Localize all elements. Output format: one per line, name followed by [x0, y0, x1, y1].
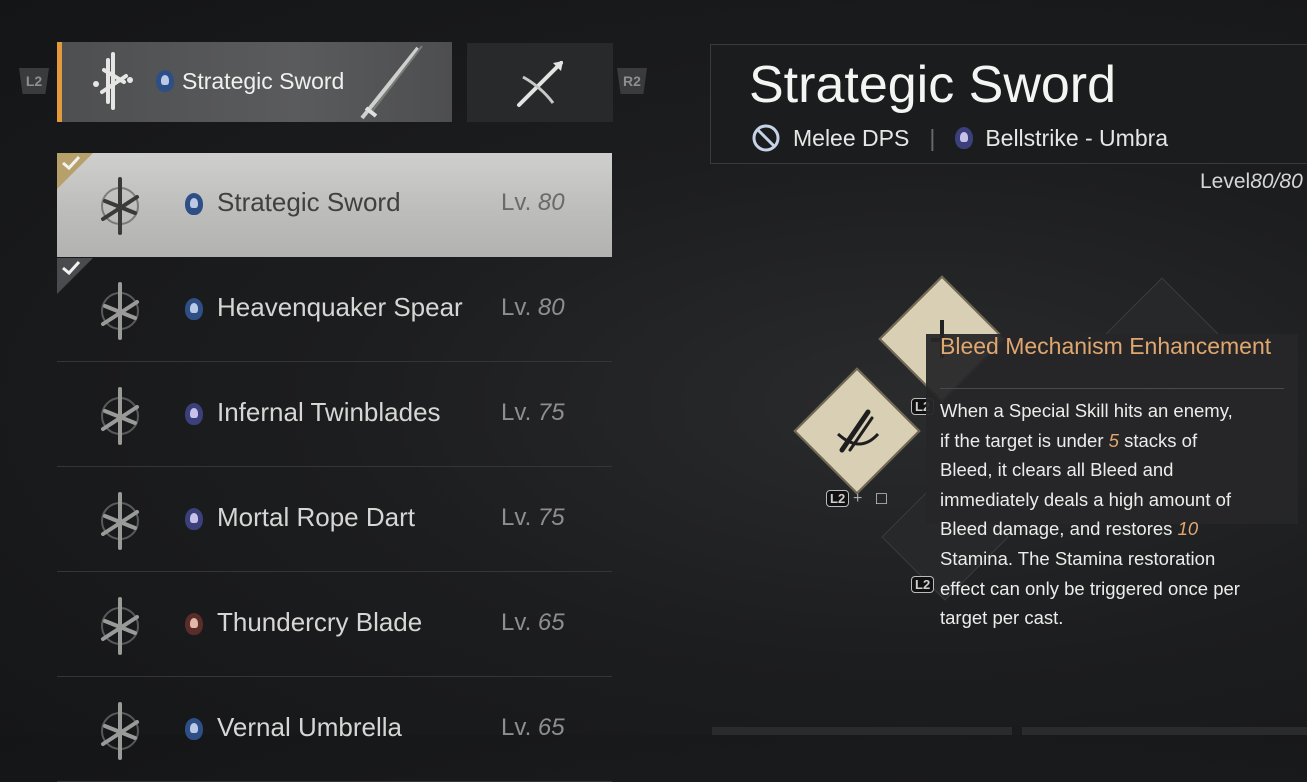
- tooltip-text: Stamina. The Stamina restoration effect …: [940, 547, 1240, 629]
- path-label: Bellstrike - Umbra: [985, 124, 1169, 151]
- mortal-rope-dart-icon: [87, 488, 153, 554]
- meta-separator: |: [929, 124, 936, 151]
- strategic-sword-glyph-icon: [93, 52, 133, 110]
- highlight-number: 10: [1177, 518, 1199, 540]
- bellstrike-badge-icon: [156, 70, 174, 92]
- spear-glyph-icon: [517, 61, 563, 107]
- tooltip-divider: [940, 388, 1284, 389]
- bottom-panel-edge: [712, 727, 1012, 735]
- weapon-name: Thundercry Blade: [217, 607, 423, 637]
- weapon-level: Level80/80: [1200, 170, 1303, 194]
- weapon-header: Strategic Sword Melee DPS | Bellstrike -…: [710, 44, 1307, 164]
- weapon-name: Infernal Twinblades: [217, 397, 441, 427]
- infernal-twinblades-icon: [87, 383, 153, 449]
- stone-badge-icon: [185, 613, 203, 635]
- level-number: 80: [537, 189, 565, 216]
- level-prefix: Lv.: [501, 189, 532, 216]
- weapon-list-item[interactable]: Strategic Sword Lv. 80: [57, 153, 612, 257]
- weapon-list-item[interactable]: Vernal Umbrella Lv. 65: [57, 678, 612, 782]
- vernal-umbrella-icon: [87, 698, 153, 764]
- weapon-name: Heavenquaker Spear: [217, 292, 463, 322]
- tab-label: Strategic Sword: [182, 68, 345, 94]
- square-button-icon: □: [876, 488, 887, 508]
- weapon-level: Lv. 65: [501, 714, 565, 742]
- level-prefix: Lv.: [501, 714, 532, 741]
- l2-key-icon-3: L2: [911, 576, 935, 593]
- weapon-list-item[interactable]: Thundercry Blade Lv. 65: [57, 573, 612, 677]
- level-prefix: Lv.: [501, 609, 532, 636]
- weapon-list-item[interactable]: Heavenquaker Spear Lv. 80: [57, 258, 612, 362]
- weapon-level: Lv. 80: [501, 189, 565, 217]
- level-number: 75: [537, 504, 565, 531]
- bellstrike-badge-icon: [185, 718, 203, 740]
- tab-heavenquaker-spear[interactable]: [467, 43, 613, 122]
- highlight-number: 5: [1108, 429, 1119, 451]
- blade-slash-icon: [836, 409, 880, 453]
- skill-node-selected[interactable]: [793, 367, 921, 495]
- strategic-sword-icon: [87, 173, 153, 239]
- plus-sign: +: [853, 490, 863, 507]
- bellstrike-badge-icon: [185, 193, 203, 215]
- level-number: 80: [537, 294, 565, 321]
- role-label: Melee DPS: [793, 124, 910, 151]
- heavenquaker-spear-icon: [87, 278, 153, 344]
- weapon-level: Lv. 80: [501, 294, 565, 322]
- weapon-name: Mortal Rope Dart: [217, 502, 415, 532]
- level-number: 65: [537, 609, 565, 636]
- level-prefix: Lv.: [501, 294, 532, 321]
- thundercry-blade-icon: [87, 593, 153, 659]
- r2-button-hint[interactable]: R2: [617, 68, 647, 94]
- tooltip-title: Bleed Mechanism Enhancement: [940, 333, 1272, 359]
- umbra-badge-icon: [185, 508, 203, 530]
- umbra-badge-icon: [185, 403, 203, 425]
- level-value: 80/80: [1250, 170, 1303, 193]
- bottom-panel-edge-2: [1022, 727, 1307, 735]
- tab-strategic-sword[interactable]: Strategic Sword: [57, 42, 452, 122]
- page-title: Strategic Sword: [749, 56, 1117, 114]
- level-prefix: Lv.: [501, 399, 532, 426]
- weapon-list-item[interactable]: Infernal Twinblades Lv. 75: [57, 363, 612, 467]
- weapon-level: Lv. 65: [501, 609, 565, 637]
- level-number: 75: [537, 399, 565, 426]
- bellstrike-badge-icon: [185, 298, 203, 320]
- melee-dps-icon: [752, 124, 780, 152]
- weapon-name: Strategic Sword: [217, 187, 401, 217]
- weapon-name: Vernal Umbrella: [217, 712, 402, 742]
- level-label: Level: [1200, 170, 1251, 193]
- tooltip-body: When a Special Skill hits an enemy, if t…: [940, 396, 1240, 633]
- level-prefix: Lv.: [501, 504, 532, 531]
- weapon-level: Lv. 75: [501, 399, 565, 427]
- l2-button-hint[interactable]: L2: [19, 68, 49, 94]
- bellstrike-umbra-badge-icon: [955, 127, 974, 149]
- weapon-meta: Melee DPS | Bellstrike - Umbra: [751, 123, 1168, 153]
- l2-key-icon: L2: [826, 490, 850, 507]
- weapon-list-item[interactable]: Mortal Rope Dart Lv. 75: [57, 468, 612, 572]
- sword-silhouette-icon: [360, 45, 423, 120]
- level-number: 65: [537, 714, 565, 741]
- weapon-level: Lv. 75: [501, 504, 565, 532]
